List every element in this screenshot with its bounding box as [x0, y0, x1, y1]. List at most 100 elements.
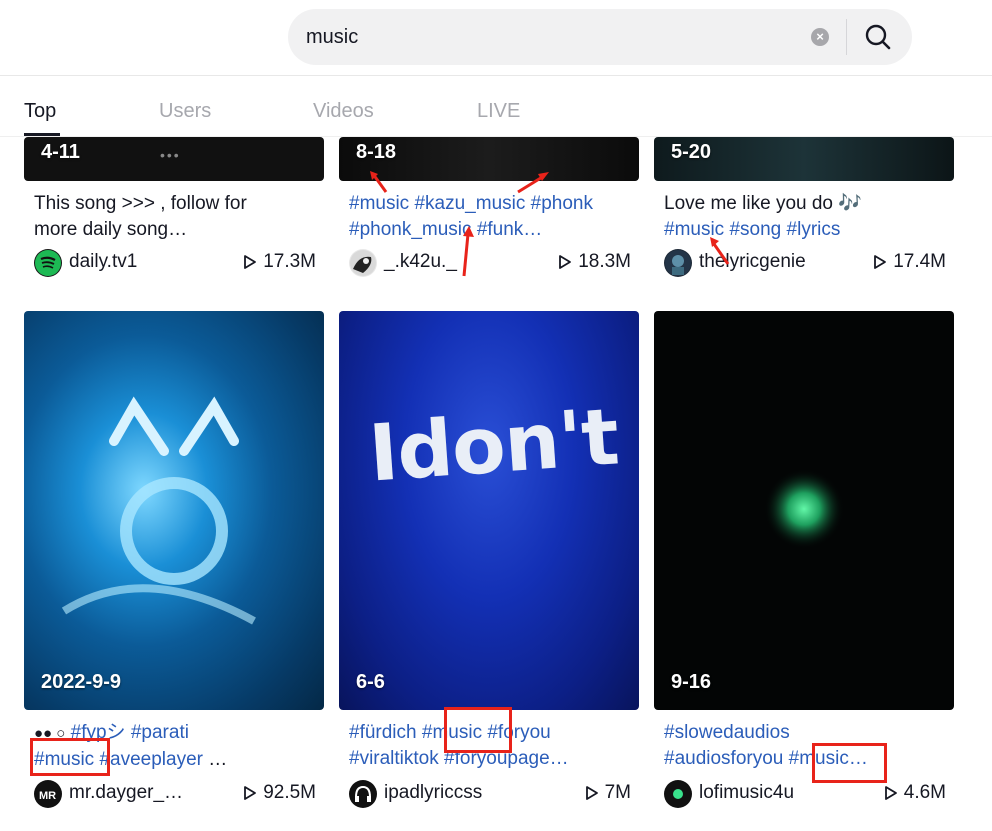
post-date: 4-11 — [41, 141, 80, 163]
hashtag[interactable]: #song — [729, 219, 781, 240]
mr-logo-icon: MR — [35, 781, 61, 807]
search-tabs: Top Users Videos LIVE — [0, 76, 992, 136]
author-name[interactable]: daily.tv1 — [69, 251, 137, 273]
video-meta: MR mr.dayger_… 92.5M — [34, 780, 316, 810]
post-date: 5-20 — [671, 141, 712, 163]
hashtag[interactable]: #viraltiktok — [349, 748, 439, 769]
svg-text:MR: MR — [39, 790, 56, 802]
glowing-shape-art — [61, 396, 256, 625]
thumbnail-text: Idon't — [366, 392, 621, 500]
search-divider — [846, 19, 847, 55]
annotation-arrow — [710, 237, 730, 265]
top-bar: × — [0, 0, 992, 76]
video-thumbnail[interactable]: Idon't 6-6 — [339, 311, 639, 710]
video-meta: daily.tv1 17.3M — [34, 249, 316, 279]
view-count: 7M — [585, 782, 631, 804]
highlight-box — [444, 707, 512, 753]
caption-line: #phonk_music #funk… — [349, 217, 634, 243]
view-count-value: 17.4M — [893, 251, 946, 272]
clear-search-icon[interactable]: × — [811, 28, 829, 46]
caption-line: This song >>> , follow for — [34, 193, 247, 214]
hashtag[interactable]: #kazu_music — [414, 193, 525, 214]
view-count: 18.3M — [558, 251, 631, 273]
hashtag[interactable]: #parati — [131, 722, 189, 743]
tab-live[interactable]: LIVE — [477, 100, 520, 123]
avatar[interactable]: MR — [34, 780, 62, 808]
view-count: 92.5M — [243, 782, 316, 804]
avatar[interactable] — [664, 780, 692, 808]
author-name[interactable]: lofimusic4u — [699, 782, 794, 804]
author-name[interactable]: _.k42u._ — [384, 251, 457, 273]
annotation-arrow — [462, 226, 474, 277]
highlight-box — [30, 738, 110, 776]
search-icon — [865, 24, 891, 50]
author-name[interactable]: mr.dayger_… — [69, 782, 183, 804]
video-card[interactable]: 9-16 #slowedaudios #audiosforyou #music…… — [654, 311, 954, 811]
caption-line: #audiosforyou #music… — [664, 746, 949, 772]
play-icon — [874, 255, 887, 269]
play-icon — [244, 255, 257, 269]
hashtag[interactable]: #funk… — [477, 219, 542, 240]
avatar[interactable] — [664, 249, 692, 277]
hashtag[interactable]: #slowedaudios — [664, 722, 790, 743]
annotation-arrow — [370, 171, 388, 193]
caption-line: #slowedaudios — [664, 720, 949, 746]
avatar[interactable] — [349, 249, 377, 277]
search-button[interactable] — [862, 21, 894, 53]
search-bar: × — [288, 9, 912, 65]
video-caption[interactable]: #slowedaudios #audiosforyou #music… — [664, 720, 949, 772]
view-count-value: 92.5M — [263, 782, 316, 803]
video-card[interactable]: 2022-9-9 ●● ○ #fypシ #parati #music #avee… — [24, 311, 324, 811]
video-thumbnail[interactable]: 9-16 — [654, 311, 954, 710]
video-card[interactable]: ••• 4-11 This song >>> , follow for more… — [24, 137, 324, 287]
spotify-logo-icon — [35, 250, 61, 276]
view-count: 4.6M — [884, 782, 946, 804]
ellipsis: … — [208, 749, 228, 770]
post-date: 2022-9-9 — [41, 671, 122, 693]
video-meta: lofimusic4u 4.6M — [664, 780, 946, 810]
loading-dots-icon: ••• — [160, 147, 181, 163]
post-date: 6-6 — [356, 671, 385, 693]
author-name[interactable]: ipadlyriccss — [384, 782, 482, 804]
tab-top[interactable]: Top — [24, 100, 56, 123]
view-count-value: 18.3M — [578, 251, 631, 272]
tab-users[interactable]: Users — [159, 100, 211, 123]
video-caption[interactable]: This song >>> , follow for more daily so… — [34, 191, 319, 243]
hashtag[interactable]: #audiosforyou — [664, 748, 783, 769]
caption-line: more daily song… — [34, 219, 188, 240]
annotation-arrow — [517, 172, 549, 194]
video-card[interactable]: 5-20 Love me like you do 🎶 #music #song … — [654, 137, 954, 287]
caption-line: Love me like you do 🎶 — [664, 193, 862, 214]
headphones-logo-icon — [350, 781, 376, 807]
video-meta: _.k42u._ 18.3M — [349, 249, 631, 279]
avatar[interactable] — [349, 780, 377, 808]
hashtag[interactable]: #lyrics — [787, 219, 841, 240]
view-count-value: 17.3M — [263, 251, 316, 272]
avatar[interactable] — [34, 249, 62, 277]
green-dot-logo-icon — [665, 781, 691, 807]
video-caption[interactable]: #music #kazu_music #phonk #phonk_music #… — [349, 191, 634, 243]
play-icon — [884, 786, 897, 800]
highlight-box — [812, 743, 887, 783]
tab-videos[interactable]: Videos — [313, 100, 374, 123]
play-icon — [244, 786, 257, 800]
play-icon — [585, 786, 598, 800]
video-card[interactable]: 8-18 #music #kazu_music #phonk #phonk_mu… — [339, 137, 639, 287]
avatar-image-icon — [350, 250, 376, 276]
view-count: 17.4M — [873, 251, 946, 273]
video-thumbnail[interactable]: 5-20 — [654, 137, 954, 181]
play-icon — [559, 255, 572, 269]
green-glow-art — [764, 469, 844, 549]
hashtag[interactable]: #fürdich — [349, 722, 417, 743]
view-count-value: 7M — [604, 782, 631, 803]
view-count: 17.3M — [243, 251, 316, 273]
post-date: 9-16 — [671, 671, 712, 693]
video-thumbnail[interactable]: ••• 4-11 — [24, 137, 324, 181]
hashtag[interactable]: #aveeplayer — [99, 749, 203, 770]
video-thumbnail[interactable]: 2022-9-9 — [24, 311, 324, 710]
view-count-value: 4.6M — [903, 782, 946, 803]
search-input[interactable] — [306, 9, 806, 65]
video-meta: ipadlyriccss 7M — [349, 780, 631, 810]
post-date: 8-18 — [356, 141, 397, 163]
avatar-image-icon — [665, 250, 691, 276]
